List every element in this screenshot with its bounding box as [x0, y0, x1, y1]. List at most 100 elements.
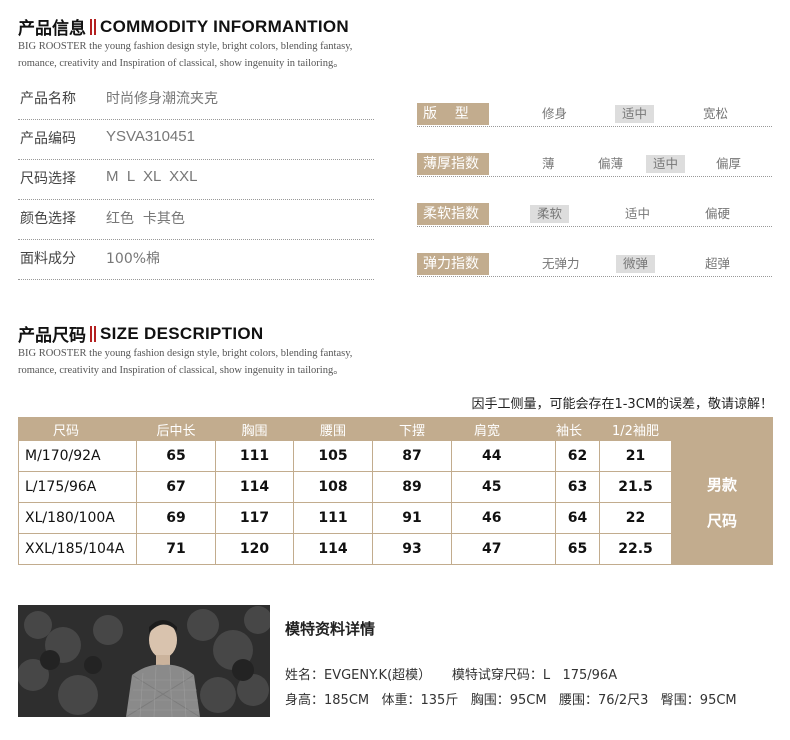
index-option: 适中 — [625, 206, 651, 221]
column-header: 后中长 — [136, 417, 216, 441]
info-label: 尺码选择 — [20, 171, 76, 187]
table-row: XL/180/100A 69 117 111 91 46 64 22 — [18, 502, 773, 534]
subtitle-line: romance, creativity and Inspiration of c… — [18, 365, 344, 376]
index-label: 柔软指数 — [417, 203, 489, 225]
table-cell: 89 — [372, 471, 452, 503]
info-label: 产品名称 — [20, 91, 76, 107]
size-title-cn: 产品尺码 — [18, 326, 86, 346]
info-label: 产品编码 — [20, 131, 76, 147]
index-label: 薄厚指数 — [417, 153, 489, 175]
index-option: 偏厚 — [716, 156, 742, 171]
index-option: 宽松 — [703, 106, 729, 121]
table-cell: 120 — [215, 533, 294, 565]
info-value: YSVA310451 — [106, 128, 195, 145]
table-cell: 108 — [293, 471, 373, 503]
table-cell: 69 — [136, 502, 216, 534]
table-row: XXL/185/104A 71 120 114 93 47 65 22.5 — [18, 533, 773, 565]
table-cell: XL/180/100A — [18, 502, 137, 534]
index-option-selected: 微弹 — [616, 255, 656, 273]
info-value: 时尚修身潮流夹克 — [106, 91, 218, 107]
model-info-line: 姓名：EVGENY.K(超模） 模特试穿尺码：L 175/96A — [285, 668, 618, 683]
header-blank — [671, 417, 773, 441]
info-row-code: 产品编码 YSVA310451 — [18, 120, 374, 160]
table-row: L/175/96A 67 114 108 89 45 63 21.5 — [18, 471, 773, 503]
table-cell: 93 — [372, 533, 452, 565]
title-divider — [90, 18, 92, 35]
info-row-name: 产品名称 时尚修身潮流夹克 — [18, 80, 374, 120]
size-section-header: 产品尺码 SIZE DESCRIPTION — [18, 321, 264, 347]
table-cell: 21.5 — [599, 471, 672, 503]
subtitle-line: romance, creativity and Inspiration of c… — [18, 58, 344, 69]
table-cell: 47 — [451, 533, 556, 565]
info-value: 红色 卡其色 — [106, 211, 185, 227]
table-cell: 111 — [293, 502, 373, 534]
table-cell: 21 — [599, 440, 672, 472]
table-row: M/170/92A 65 111 105 87 44 62 21 男款 尺码 — [18, 440, 773, 565]
table-cell: 45 — [451, 471, 556, 503]
commodity-title-cn: 产品信息 — [18, 19, 86, 39]
model-photo-illustration — [18, 605, 270, 717]
column-header: 肩宽 — [451, 417, 556, 441]
size-table: 尺码 后中长 胸围 腰围 下摆 肩宽 袖长 1/2袖肥 M/170/92A 65… — [18, 417, 773, 565]
subtitle-line: BIG ROOSTER the young fashion design sty… — [18, 41, 353, 52]
table-cell: 105 — [293, 440, 373, 472]
measurement-note: 因手工侧量，可能会存在1-3CM的误差，敬请谅解！ — [471, 397, 773, 412]
commodity-subtitle: BIG ROOSTER the young fashion design sty… — [18, 38, 378, 72]
gender-size-label: 男款 尺码 — [671, 440, 773, 565]
table-cell: 71 — [136, 533, 216, 565]
index-label: 版 型 — [417, 103, 489, 125]
column-header: 下摆 — [372, 417, 452, 441]
table-header-row: 尺码 后中长 胸围 腰围 下摆 肩宽 袖长 1/2袖肥 — [18, 417, 773, 441]
column-header: 尺码 — [18, 417, 137, 441]
title-divider — [94, 18, 96, 35]
model-section-title: 模特资料详情 — [285, 620, 376, 638]
info-label: 面料成分 — [20, 251, 76, 267]
column-header: 腰围 — [293, 417, 373, 441]
index-label: 弹力指数 — [417, 253, 489, 275]
table-cell: L/175/96A — [18, 471, 137, 503]
index-option-selected: 柔软 — [530, 205, 570, 223]
table-cell: 44 — [451, 440, 556, 472]
size-title-en: SIZE DESCRIPTION — [100, 323, 264, 343]
table-cell: 22.5 — [599, 533, 672, 565]
info-value: 100%棉 — [106, 251, 161, 267]
index-row-elasticity: 弹力指数 无弹力 微弹 超弹 — [417, 253, 772, 277]
table-cell: M/170/92A — [18, 440, 137, 472]
table-cell: 46 — [451, 502, 556, 534]
info-row-size: 尺码选择 M L XL XXL — [18, 160, 374, 200]
commodity-section-header: 产品信息 COMMODITY INFORMANTION — [18, 14, 349, 40]
info-label: 颜色选择 — [20, 211, 76, 227]
title-divider — [94, 325, 96, 342]
column-header: 1/2袖肥 — [599, 417, 672, 441]
table-cell: 87 — [372, 440, 452, 472]
table-cell: 62 — [555, 440, 600, 472]
table-cell: 63 — [555, 471, 600, 503]
index-option-selected: 适中 — [646, 155, 686, 173]
info-value: M L XL XXL — [106, 168, 198, 185]
index-row-thickness: 薄厚指数 薄 偏薄 适中 偏厚 — [417, 153, 772, 177]
table-cell: 117 — [215, 502, 294, 534]
info-row-color: 颜色选择 红色 卡其色 — [18, 200, 374, 240]
index-option: 超弹 — [705, 256, 731, 271]
subtitle-line: BIG ROOSTER the young fashion design sty… — [18, 348, 353, 359]
title-divider — [90, 325, 92, 342]
side-label-line: 尺码 — [706, 511, 737, 530]
size-subtitle: BIG ROOSTER the young fashion design sty… — [18, 345, 378, 379]
index-option: 偏薄 — [598, 156, 624, 171]
table-cell: 65 — [555, 533, 600, 565]
table-cell: XXL/185/104A — [18, 533, 137, 565]
index-row-fit: 版 型 修身 适中 宽松 — [417, 103, 772, 127]
table-cell: 91 — [372, 502, 452, 534]
table-cell: 114 — [293, 533, 373, 565]
side-label-line: 男款 — [706, 475, 737, 494]
table-cell: 64 — [555, 502, 600, 534]
index-option: 修身 — [542, 106, 568, 121]
table-cell: 111 — [215, 440, 294, 472]
model-photo — [18, 605, 270, 717]
table-cell: 67 — [136, 471, 216, 503]
index-option: 偏硬 — [705, 206, 731, 221]
table-cell: 22 — [599, 502, 672, 534]
model-info-line: 身高：185CM 体重：135斤 胸围：95CM 腰围：76/2尺3 臀围：95… — [285, 693, 737, 708]
commodity-title-en: COMMODITY INFORMANTION — [100, 16, 349, 36]
index-option: 无弹力 — [542, 256, 580, 271]
